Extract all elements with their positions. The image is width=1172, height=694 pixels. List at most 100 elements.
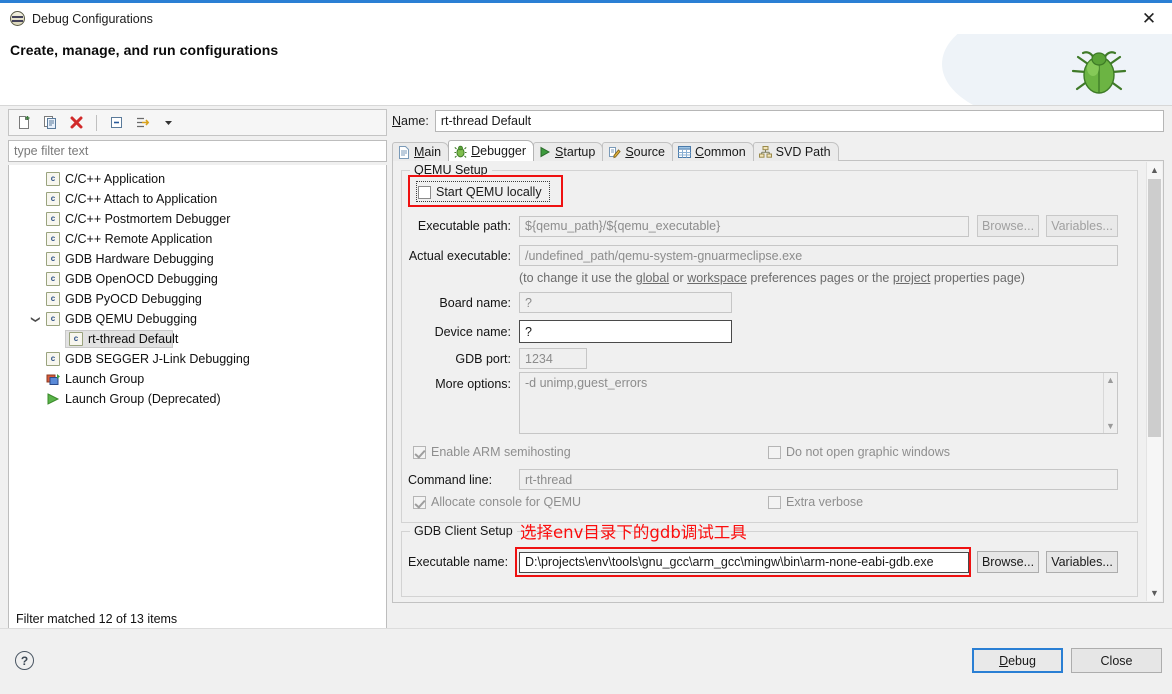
tree-item[interactable]: cGDB OpenOCD Debugging — [9, 269, 386, 289]
scrollbar-thumb[interactable] — [1148, 179, 1161, 437]
actual-executable-label: Actual executable: — [408, 249, 511, 263]
allocate-console-checkbox[interactable] — [413, 496, 426, 509]
gdb-executable-name-input[interactable]: D:\projects\env\tools\gnu_gcc\arm_gcc\mi… — [519, 552, 969, 573]
tree-item[interactable]: Launch Group (Deprecated) — [9, 389, 386, 409]
tree-item-label: GDB QEMU Debugging — [65, 312, 197, 326]
tab-source[interactable]: Source — [602, 142, 673, 161]
tree-item-label: C/C++ Remote Application — [65, 232, 212, 246]
board-name-label: Board name: — [408, 296, 511, 310]
help-icon[interactable]: ? — [15, 651, 34, 670]
configurations-toolbar — [8, 109, 387, 136]
name-input[interactable]: rt-thread Default — [435, 110, 1164, 132]
tree-item-label: Launch Group (Deprecated) — [65, 392, 221, 406]
play-icon — [539, 146, 551, 158]
extra-verbose-row[interactable]: Extra verbose — [768, 495, 863, 509]
board-name-input[interactable]: ? — [519, 292, 732, 313]
tree-item[interactable]: cC/C++ Remote Application — [9, 229, 386, 249]
board-name-value: ? — [525, 296, 532, 310]
start-qemu-focus-outline — [416, 181, 550, 202]
executable-path-variables-button[interactable]: Variables... — [1046, 215, 1118, 237]
tree-item[interactable]: ❯ c GDB QEMU Debugging — [9, 309, 386, 329]
enable-semihosting-row[interactable]: Enable ARM semihosting — [413, 445, 571, 459]
no-graphic-windows-checkbox[interactable] — [768, 446, 781, 459]
gdb-executable-name-label: Executable name: — [408, 555, 511, 569]
tab-bar: Main Debugger Startup Source Common — [392, 140, 1164, 161]
no-graphic-windows-label: Do not open graphic windows — [786, 445, 950, 459]
hint-mid2: preferences pages or the — [747, 271, 893, 285]
debugger-panel-scrollbar[interactable]: ▲ ▼ — [1146, 162, 1162, 601]
c-config-icon: c — [46, 192, 60, 206]
c-config-icon: c — [46, 352, 60, 366]
tree-item[interactable]: cC/C++ Postmortem Debugger — [9, 209, 386, 229]
c-config-icon: c — [46, 172, 60, 186]
name-row: Name: rt-thread Default — [392, 109, 1164, 133]
tree-item[interactable]: Launch Group — [9, 369, 386, 389]
new-configuration-icon[interactable] — [15, 113, 34, 132]
executable-path-browse-button[interactable]: Browse... — [977, 215, 1039, 237]
tree-item-label: Launch Group — [65, 372, 144, 386]
enable-semihosting-checkbox[interactable] — [413, 446, 426, 459]
tab-startup[interactable]: Startup — [533, 142, 603, 161]
duplicate-configuration-icon[interactable] — [41, 113, 60, 132]
tree-expander-icon[interactable]: ❯ — [30, 313, 41, 326]
tree-item[interactable]: cGDB SEGGER J-Link Debugging — [9, 349, 386, 369]
bug-icon — [454, 145, 467, 158]
gdb-port-input[interactable]: 1234 — [519, 348, 587, 369]
dialog-footer: ? Debug Close — [0, 628, 1172, 694]
allocate-console-row[interactable]: Allocate console for QEMU — [413, 495, 581, 509]
c-config-icon: c — [46, 212, 60, 226]
c-config-icon: c — [46, 312, 60, 326]
document-icon — [398, 146, 410, 159]
command-line-input[interactable]: rt-thread — [519, 469, 1118, 490]
more-options-scroll-up-icon[interactable]: ▲ — [1106, 375, 1115, 385]
project-properties-link[interactable]: project — [893, 271, 931, 285]
scroll-up-icon[interactable]: ▲ — [1147, 162, 1162, 178]
close-button[interactable]: Close — [1071, 648, 1162, 673]
tree-item[interactable]: cGDB Hardware Debugging — [9, 249, 386, 269]
global-preferences-link[interactable]: global — [636, 271, 669, 285]
more-options-scrollbar[interactable]: ▲ ▼ — [1103, 373, 1117, 433]
name-label: Name: — [392, 114, 429, 128]
tree-item[interactable]: cGDB PyOCD Debugging — [9, 289, 386, 309]
tree-item-label: rt-thread Default — [88, 332, 178, 346]
tab-startup-label: Startup — [555, 145, 595, 159]
workspace-preferences-link[interactable]: workspace — [687, 271, 747, 285]
tab-common[interactable]: Common — [672, 142, 754, 161]
no-graphic-windows-row[interactable]: Do not open graphic windows — [768, 445, 950, 459]
more-options-textarea[interactable]: -d unimp,guest_errors ▲ ▼ — [519, 372, 1118, 434]
command-line-value: rt-thread — [525, 473, 572, 487]
command-line-label: Command line: — [408, 473, 511, 487]
gdb-browse-button[interactable]: Browse... — [977, 551, 1039, 573]
gdb-variables-button[interactable]: Variables... — [1046, 551, 1118, 573]
tree-item[interactable]: crt-thread Default — [9, 329, 386, 349]
extra-verbose-checkbox[interactable] — [768, 496, 781, 509]
chevron-down-icon[interactable] — [159, 113, 178, 132]
table-icon — [678, 146, 691, 158]
device-name-row: Device name: ? — [408, 320, 732, 343]
tree-item[interactable]: cC/C++ Attach to Application — [9, 189, 386, 209]
collapse-all-icon[interactable] — [107, 113, 126, 132]
filter-input[interactable]: type filter text — [8, 140, 387, 162]
tab-svd-path-label: SVD Path — [776, 145, 831, 159]
tab-svd-path[interactable]: SVD Path — [753, 142, 839, 161]
device-name-input[interactable]: ? — [519, 320, 732, 343]
actual-executable-value: /undefined_path/qemu-system-gnuarmeclips… — [525, 249, 802, 263]
debug-button[interactable]: Debug — [972, 648, 1063, 673]
tab-debugger[interactable]: Debugger — [448, 140, 534, 161]
filter-icon[interactable] — [133, 113, 152, 132]
close-icon[interactable]: ✕ — [1138, 8, 1160, 30]
delete-configuration-icon[interactable] — [67, 113, 86, 132]
c-config-icon: c — [46, 272, 60, 286]
tree-item-label: GDB PyOCD Debugging — [65, 292, 202, 306]
scroll-down-icon[interactable]: ▼ — [1147, 585, 1162, 601]
header-swoosh-decoration — [942, 34, 1172, 106]
tree-item[interactable]: cC/C++ Application — [9, 169, 386, 189]
tab-main[interactable]: Main — [392, 142, 449, 161]
launch-group-icon — [46, 372, 61, 386]
more-options-scroll-down-icon[interactable]: ▼ — [1106, 421, 1115, 431]
page-title: Create, manage, and run configurations — [10, 42, 278, 58]
executable-path-input[interactable]: ${qemu_path}/${qemu_executable} — [519, 216, 969, 237]
hint-prefix: (to change it use the — [519, 271, 636, 285]
configurations-tree[interactable]: cC/C++ ApplicationcC/C++ Attach to Appli… — [8, 165, 387, 633]
tab-common-label: Common — [695, 145, 746, 159]
